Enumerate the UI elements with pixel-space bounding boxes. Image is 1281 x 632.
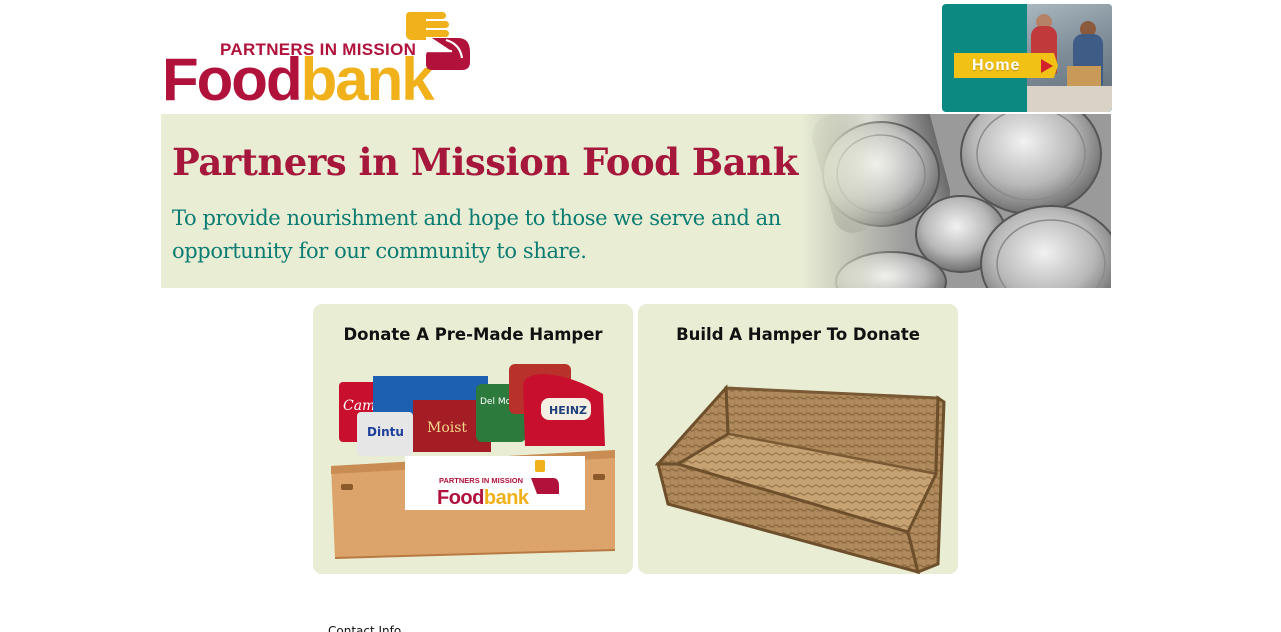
box-label-moist: Moist	[427, 420, 467, 436]
svg-text:Foodbank: Foodbank	[437, 487, 530, 509]
can-label-dintu: Dintu	[367, 425, 404, 439]
arrow-right-icon	[1041, 59, 1053, 73]
foodbank-logo[interactable]: PARTNERS IN MISSION Foodbank	[162, 10, 472, 112]
logo-word-food: Food	[162, 46, 303, 113]
crate-label-bank: bank	[484, 487, 530, 509]
crate-label-subtitle: PARTNERS IN MISSION	[439, 476, 523, 485]
home-button[interactable]: Home	[942, 4, 1112, 112]
bottle-label-heinz: HEINZ	[549, 404, 587, 417]
donate-premade-hamper-card[interactable]: Donate A Pre-Made Hamper Campbell's Dint…	[313, 304, 633, 574]
home-label: Home	[972, 56, 1021, 74]
premade-hamper-crate-image: Campbell's Dintu Moist Del Monte HEINZ P…	[331, 364, 616, 559]
card-title-build: Build A Hamper To Donate	[676, 325, 920, 344]
contact-info-text: Contact Info	[328, 624, 402, 632]
build-hamper-card[interactable]: Build A Hamper To Donate	[638, 304, 958, 574]
mission-tagline: To provide nourishment and hope to those…	[172, 206, 781, 263]
wicker-basket-image	[654, 384, 946, 574]
canned-goods-image	[801, 114, 1111, 288]
hand-logo-icon	[406, 12, 470, 70]
crate-label-food: Food	[437, 487, 484, 509]
hero-banner: Partners in Mission Food Bank To provide…	[161, 114, 1111, 288]
card-title-premade: Donate A Pre-Made Hamper	[343, 325, 603, 344]
page-title: Partners in Mission Food Bank	[172, 140, 798, 184]
logo-wordmark: Foodbank	[162, 50, 435, 110]
